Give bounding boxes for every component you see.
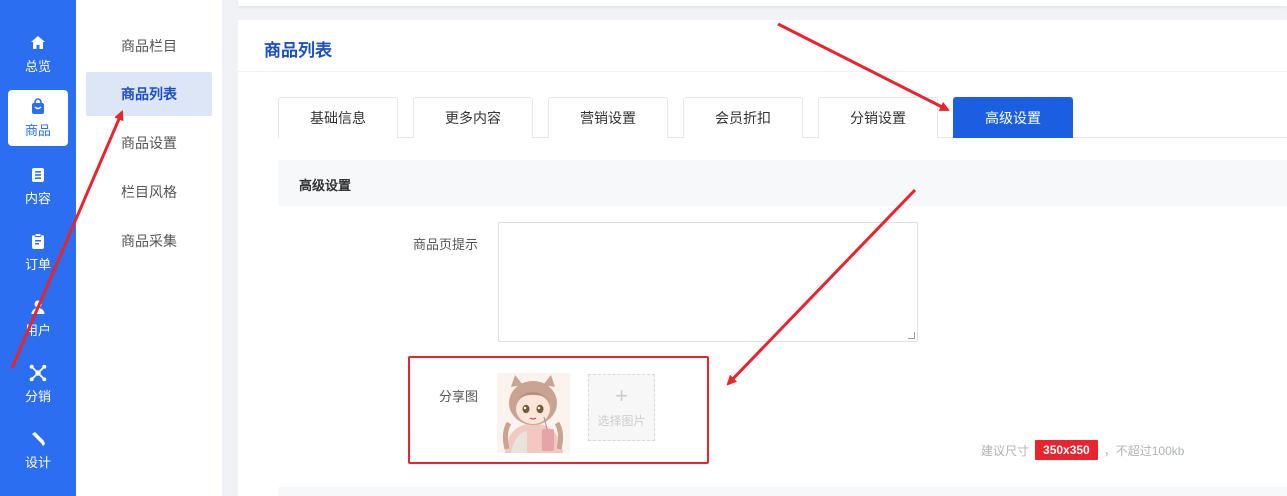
tip-textarea[interactable] bbox=[498, 222, 918, 342]
submenu-item-product-list[interactable]: 商品列表 bbox=[86, 72, 212, 116]
tab-basic-info[interactable]: 基础信息 bbox=[278, 97, 398, 138]
submenu-item-product-settings[interactable]: 商品设置 bbox=[86, 121, 212, 165]
tab-more-content[interactable]: 更多内容 bbox=[413, 97, 533, 138]
tab-advanced[interactable]: 高级设置 bbox=[953, 97, 1073, 138]
size-badge: 350x350 bbox=[1035, 440, 1098, 460]
nav-products[interactable]: 商品 bbox=[8, 90, 68, 146]
clipboard-icon bbox=[29, 232, 47, 250]
nav-design[interactable]: 设计 bbox=[8, 422, 68, 478]
share-image-label: 分享图 bbox=[438, 389, 478, 404]
size-hint: 建议尺寸 350x350 ，不超过100kb bbox=[981, 440, 1184, 460]
brush-icon bbox=[29, 430, 47, 448]
tab-distribution[interactable]: 分销设置 bbox=[818, 97, 938, 138]
tab-member-discount[interactable]: 会员折扣 bbox=[683, 97, 803, 138]
nav-users[interactable]: 用户 bbox=[8, 290, 68, 346]
nav-orders[interactable]: 订单 bbox=[8, 224, 68, 280]
size-hint-prefix: 建议尺寸 bbox=[981, 443, 1030, 458]
home-icon bbox=[29, 34, 47, 52]
nav-label: 内容 bbox=[24, 190, 51, 206]
nav-label: 商品 bbox=[24, 122, 51, 138]
product-submenu: 商品栏目 商品列表 商品设置 栏目风格 商品采集 bbox=[76, 0, 222, 496]
nav-label: 订单 bbox=[24, 256, 51, 272]
divider bbox=[238, 71, 1287, 72]
anime-girl-image bbox=[497, 373, 570, 453]
resize-handle-icon[interactable] bbox=[908, 332, 915, 339]
select-image-button[interactable]: + 选择图片 bbox=[588, 374, 655, 441]
nav-label: 用户 bbox=[24, 322, 51, 338]
submenu-item-categories[interactable]: 商品栏目 bbox=[86, 24, 212, 68]
list-icon bbox=[29, 166, 47, 184]
nav-overview[interactable]: 总览 bbox=[8, 26, 68, 82]
submenu-item-product-import[interactable]: 商品采集 bbox=[86, 219, 212, 263]
network-icon bbox=[29, 364, 47, 382]
tip-field-label: 商品页提示 bbox=[412, 237, 478, 252]
plus-icon: + bbox=[615, 383, 628, 408]
main-nav-rail: 总览 商品 内容 订单 用户 分销 设计 bbox=[0, 0, 76, 496]
share-image-thumbnail[interactable] bbox=[497, 373, 570, 453]
nav-label: 分销 bbox=[24, 388, 51, 404]
size-hint-suffix: ，不超过100kb bbox=[1103, 443, 1185, 458]
nav-content[interactable]: 内容 bbox=[8, 158, 68, 214]
nav-label: 设计 bbox=[24, 454, 51, 470]
section-title: 高级设置 bbox=[299, 178, 352, 193]
section-header: 高级设置 bbox=[278, 160, 1287, 206]
user-icon bbox=[29, 298, 47, 316]
nav-label: 总览 bbox=[24, 58, 51, 74]
submenu-item-category-style[interactable]: 栏目风格 bbox=[86, 170, 212, 214]
top-header-bar bbox=[238, 0, 1287, 6]
nav-distribution[interactable]: 分销 bbox=[8, 356, 68, 412]
select-image-label: 选择图片 bbox=[597, 414, 646, 428]
bag-icon bbox=[29, 97, 47, 116]
main-panel: 商品列表 基础信息 更多内容 营销设置 会员折扣 分销设置 高级设置 高级设置 … bbox=[238, 20, 1287, 496]
next-section-header bbox=[278, 487, 1287, 496]
page-title: 商品列表 bbox=[264, 41, 332, 60]
tab-marketing[interactable]: 营销设置 bbox=[548, 97, 668, 138]
